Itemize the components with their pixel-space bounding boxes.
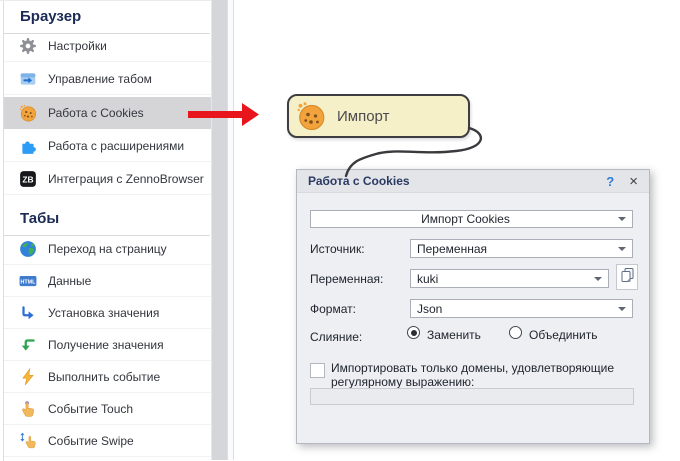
source-select[interactable]: Переменная (410, 239, 633, 258)
cookie-icon (19, 104, 37, 122)
sidebar-item-goto-page[interactable]: Переход на страницу (4, 233, 211, 265)
sidebar-item-data[interactable]: HTML Данные (4, 265, 211, 297)
format-select[interactable]: Json (410, 299, 633, 318)
format-label: Формат: (310, 302, 356, 316)
sidebar-item-label: Интеграция с ZennoBrowser (48, 171, 204, 186)
sidebar-item-label: Событие Touch (48, 401, 134, 416)
merge-label: Слияние: (310, 330, 363, 344)
sidebar-item-event-swipe[interactable]: Событие Swipe (4, 425, 211, 457)
variable-label: Переменная: (310, 272, 384, 286)
sidebar-item-label: Работа с Cookies (48, 106, 144, 120)
action-select-value: Импорт Cookies (421, 212, 510, 226)
sidebar-item-label: Настройки (48, 38, 107, 53)
copy-variable-button[interactable] (616, 264, 638, 290)
close-button[interactable]: × (629, 174, 638, 189)
chevron-down-icon (594, 276, 602, 281)
merge-union-label[interactable]: Объединить (529, 328, 598, 342)
touch-icon (19, 400, 37, 418)
set-value-icon (19, 304, 37, 322)
sidebar-item-set-value[interactable]: Установка значения (4, 297, 211, 329)
puzzle-icon (19, 137, 37, 155)
sidebar-item-extensions[interactable]: Работа с расширениями (4, 130, 211, 162)
sidebar-item-execute-event[interactable]: Выполнить событие (4, 361, 211, 393)
canvas-node-import-cookies[interactable]: Импорт (287, 94, 470, 138)
dialog-title: Работа с Cookies (308, 174, 410, 188)
get-value-icon (19, 336, 37, 354)
tab-icon (19, 70, 37, 88)
sidebar-item-label: Событие Swipe (48, 433, 134, 448)
panel-splitter[interactable] (227, 0, 234, 460)
chevron-down-icon (618, 246, 626, 251)
format-select-value: Json (417, 301, 443, 316)
sidebar-item-label: Установка значения (48, 305, 160, 320)
sidebar-item-label: Выполнить событие (48, 369, 161, 384)
sidebar-item-label: Переход на страницу (48, 241, 167, 256)
regex-input[interactable] (310, 388, 634, 405)
source-label: Источник: (310, 242, 365, 256)
source-select-value: Переменная (417, 241, 487, 256)
regex-filter-label[interactable]: Импортировать только домены, удовлетворя… (331, 361, 643, 389)
html-icon: HTML (19, 272, 37, 290)
sidebar-item-label: Работа с расширениями (48, 138, 185, 153)
svg-text:ZB: ZB (22, 174, 33, 184)
sidebar-item-zennobrowser[interactable]: ZB Интеграция с ZennoBrowser (4, 163, 211, 195)
sidebar-item-label: Получение значения (48, 337, 164, 352)
chevron-down-icon (618, 217, 626, 221)
sidebar-item-get-value[interactable]: Получение значения (4, 329, 211, 361)
dialog-titlebar[interactable]: Работа с Cookies ? × (297, 170, 649, 193)
globe-icon (19, 240, 37, 258)
gear-icon (19, 37, 37, 55)
action-select[interactable]: Импорт Cookies (310, 210, 633, 228)
variable-select-value: kuki (417, 271, 439, 286)
sidebar-item-settings[interactable]: Настройки (4, 30, 211, 62)
node-label: Импорт (337, 107, 390, 125)
copy-icon (620, 267, 635, 288)
merge-union-radio[interactable] (509, 326, 522, 339)
variable-select[interactable]: kuki (410, 269, 609, 288)
chevron-down-icon (618, 306, 626, 311)
sidebar-item-label: Данные (48, 273, 92, 288)
zb-icon: ZB (19, 170, 37, 188)
swipe-icon (19, 432, 37, 450)
section-header-browser: Браузер (20, 8, 82, 25)
sidebar-item-event-touch[interactable]: Событие Touch (4, 393, 211, 425)
help-button[interactable]: ? (606, 174, 614, 189)
sidebar-item-cookies[interactable]: Работа с Cookies (4, 97, 211, 129)
svg-text:HTML: HTML (21, 279, 37, 285)
merge-replace-label[interactable]: Заменить (427, 328, 481, 342)
lightning-icon (19, 367, 37, 386)
sidebar-item-tab-management[interactable]: Управление табом (4, 63, 211, 95)
merge-replace-radio[interactable] (407, 326, 420, 339)
sidebar-scrollbar[interactable] (211, 0, 227, 460)
cookies-dialog: Работа с Cookies ? × Импорт Cookies Исто… (296, 169, 650, 444)
cookie-icon (296, 101, 326, 131)
regex-filter-checkbox[interactable] (310, 363, 325, 378)
section-header-tabs: Табы (20, 210, 60, 227)
sidebar-item-label: Управление табом (48, 71, 152, 86)
sidebar: Браузер Настройки Управление табом Работ… (0, 0, 211, 461)
